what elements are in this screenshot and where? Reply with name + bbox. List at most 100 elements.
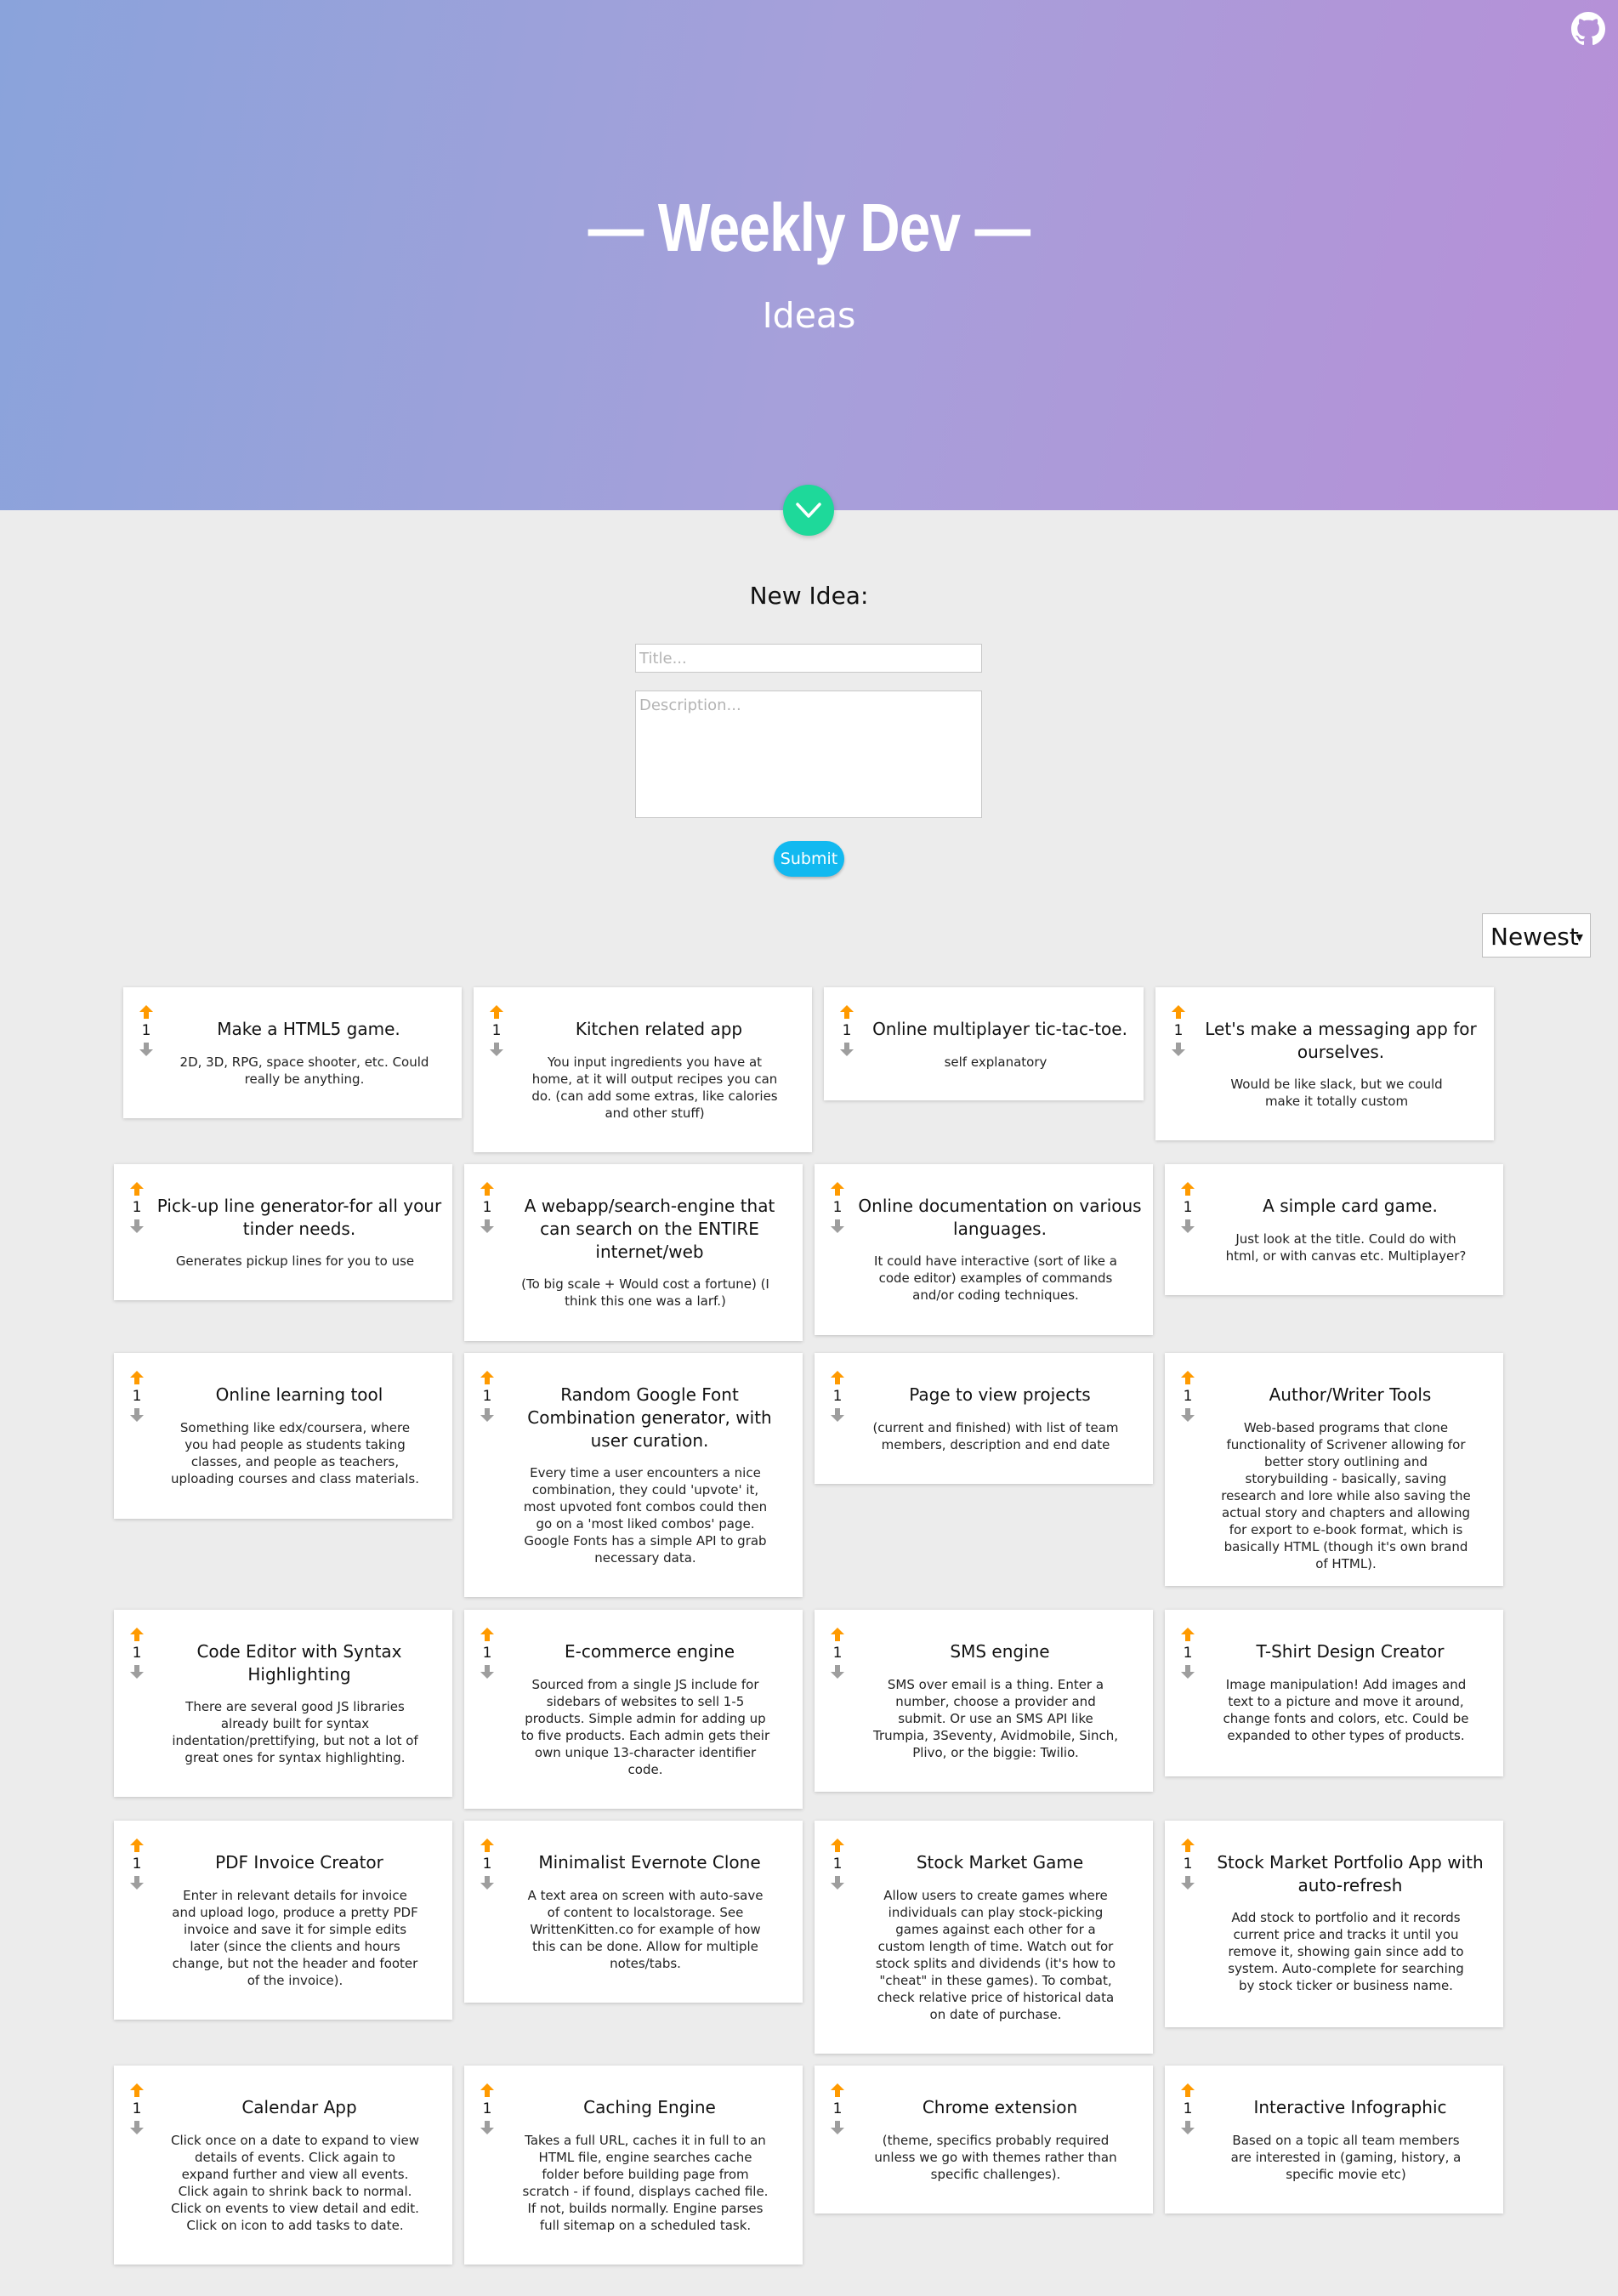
vote-count: 1	[482, 1856, 492, 1873]
arrow-up-icon[interactable]	[1180, 1181, 1195, 1196]
sort-select[interactable]: Newest ▼	[1482, 913, 1591, 958]
arrow-down-icon[interactable]	[489, 1042, 504, 1057]
arrow-down-icon[interactable]	[480, 1664, 495, 1679]
vote-count: 1	[132, 1645, 142, 1662]
vote-count: 1	[832, 1388, 843, 1405]
arrow-up-icon[interactable]	[830, 1181, 845, 1196]
vote-controls: 1	[137, 1004, 156, 1057]
vote-controls: 1	[828, 2083, 847, 2135]
idea-description: Add stock to portfolio and it records cu…	[1228, 1910, 1464, 1993]
arrow-down-icon[interactable]	[480, 1219, 495, 1234]
vote-controls: 1	[1178, 1838, 1197, 1890]
arrow-down-icon[interactable]	[129, 1664, 145, 1679]
idea-card: 1 Let's make a messaging app for ourselv…	[1155, 987, 1494, 1140]
vote-count: 1	[141, 1022, 151, 1039]
idea-description: Generates pickup lines for you to use	[175, 1253, 415, 1269]
idea-title: Interactive Infographic	[1253, 2097, 1447, 2117]
idea-description: (theme, specifics probably required unle…	[874, 2133, 1117, 2182]
vote-count: 1	[1183, 1388, 1193, 1405]
idea-title: Calendar App	[241, 2097, 357, 2117]
arrow-down-icon[interactable]	[830, 1407, 845, 1423]
idea-card: 1 Calendar App Click once on a date to e…	[114, 2066, 452, 2265]
arrow-up-icon[interactable]	[129, 1181, 145, 1196]
arrow-up-icon[interactable]	[480, 1838, 495, 1853]
arrow-up-icon[interactable]	[1180, 2083, 1195, 2098]
arrow-down-icon[interactable]	[129, 2120, 145, 2135]
arrow-up-icon[interactable]	[1180, 1627, 1195, 1642]
arrow-up-icon[interactable]	[480, 1627, 495, 1642]
idea-title: Stock Market Game	[916, 1852, 1084, 1873]
arrow-up-icon[interactable]	[830, 1838, 845, 1853]
idea-title: Stock Market Portfolio App with auto-ref…	[1217, 1852, 1484, 1895]
arrow-up-icon[interactable]	[480, 2083, 495, 2098]
arrow-up-icon[interactable]	[1171, 1004, 1186, 1020]
arrow-down-icon[interactable]	[480, 2120, 495, 2135]
arrow-down-icon[interactable]	[1180, 1219, 1195, 1234]
arrow-down-icon[interactable]	[139, 1042, 154, 1057]
idea-description: Every time a user encounters a nice comb…	[523, 1465, 768, 1566]
submit-button[interactable]: Submit	[774, 841, 844, 877]
vote-controls: 1	[478, 1181, 497, 1234]
arrow-down-icon[interactable]	[830, 1664, 845, 1679]
vote-controls: 1	[1169, 1004, 1188, 1057]
scroll-down-button[interactable]	[783, 485, 834, 536]
idea-title: Random Google Font Combination generator…	[527, 1384, 772, 1451]
vote-controls: 1	[478, 1838, 497, 1890]
arrow-down-icon[interactable]	[1171, 1042, 1186, 1057]
arrow-down-icon[interactable]	[480, 1875, 495, 1890]
caret-down-icon: ▼	[1575, 932, 1583, 943]
idea-card: 1 Stock Market Portfolio App with auto-r…	[1165, 1821, 1503, 2027]
arrow-down-icon[interactable]	[129, 1407, 145, 1423]
arrow-down-icon[interactable]	[830, 2120, 845, 2135]
arrow-down-icon[interactable]	[830, 1219, 845, 1234]
arrow-up-icon[interactable]	[129, 1370, 145, 1385]
idea-title: Page to view projects	[909, 1384, 1091, 1405]
github-icon[interactable]	[1571, 12, 1605, 46]
idea-card: 1 Kitchen related app You input ingredie…	[474, 987, 812, 1152]
idea-title-input[interactable]	[635, 644, 982, 673]
arrow-down-icon[interactable]	[1180, 1875, 1195, 1890]
arrow-up-icon[interactable]	[489, 1004, 504, 1020]
arrow-up-icon[interactable]	[1180, 1370, 1195, 1385]
idea-card: 1 SMS engine SMS over email is a thing. …	[815, 1610, 1153, 1792]
vote-count: 1	[132, 1856, 142, 1873]
arrow-up-icon[interactable]	[129, 1838, 145, 1853]
idea-description: 2D, 3D, RPG, space shooter, etc. Could r…	[179, 1054, 429, 1087]
arrow-up-icon[interactable]	[480, 1370, 495, 1385]
arrow-up-icon[interactable]	[830, 2083, 845, 2098]
arrow-up-icon[interactable]	[129, 1627, 145, 1642]
idea-card: 1 Interactive Infographic Based on a top…	[1165, 2066, 1503, 2214]
arrow-up-icon[interactable]	[830, 1370, 845, 1385]
new-idea-heading: New Idea:	[749, 582, 869, 610]
arrow-up-icon[interactable]	[139, 1004, 154, 1020]
idea-card: 1 E-commerce engine Sourced from a singl…	[464, 1610, 803, 1809]
vote-controls: 1	[828, 1627, 847, 1679]
idea-title: A webapp/search-engine that can search o…	[524, 1196, 775, 1262]
vote-controls: 1	[837, 1004, 856, 1057]
idea-title: Online multiplayer tic-tac-toe.	[872, 1019, 1127, 1039]
idea-title: Kitchen related app	[575, 1019, 743, 1039]
idea-description: (current and finished) with list of team…	[872, 1420, 1119, 1452]
arrow-up-icon[interactable]	[1180, 1838, 1195, 1853]
arrow-down-icon[interactable]	[1180, 2120, 1195, 2135]
idea-card: 1 A simple card game. Just look at the t…	[1165, 1164, 1503, 1295]
vote-controls: 1	[1178, 2083, 1197, 2135]
arrow-up-icon[interactable]	[129, 2083, 145, 2098]
idea-title: Pick-up line generator-for all your tind…	[156, 1196, 442, 1239]
arrow-down-icon[interactable]	[830, 1875, 845, 1890]
arrow-down-icon[interactable]	[129, 1219, 145, 1234]
idea-description-input[interactable]	[635, 691, 982, 818]
arrow-up-icon[interactable]	[480, 1181, 495, 1196]
arrow-down-icon[interactable]	[129, 1875, 145, 1890]
idea-description: Enter in relevant details for invoice an…	[172, 1888, 418, 1988]
idea-description: Allow users to create games where indivi…	[875, 1888, 1116, 2022]
arrow-up-icon[interactable]	[830, 1627, 845, 1642]
arrow-down-icon[interactable]	[839, 1042, 854, 1057]
arrow-down-icon[interactable]	[480, 1407, 495, 1423]
vote-count: 1	[132, 2100, 142, 2117]
arrow-down-icon[interactable]	[1180, 1664, 1195, 1679]
idea-card: 1 Chrome extension (theme, specifics pro…	[815, 2066, 1153, 2214]
idea-card: 1 Make a HTML5 game. 2D, 3D, RPG, space …	[123, 987, 462, 1118]
arrow-up-icon[interactable]	[839, 1004, 854, 1020]
arrow-down-icon[interactable]	[1180, 1407, 1195, 1423]
